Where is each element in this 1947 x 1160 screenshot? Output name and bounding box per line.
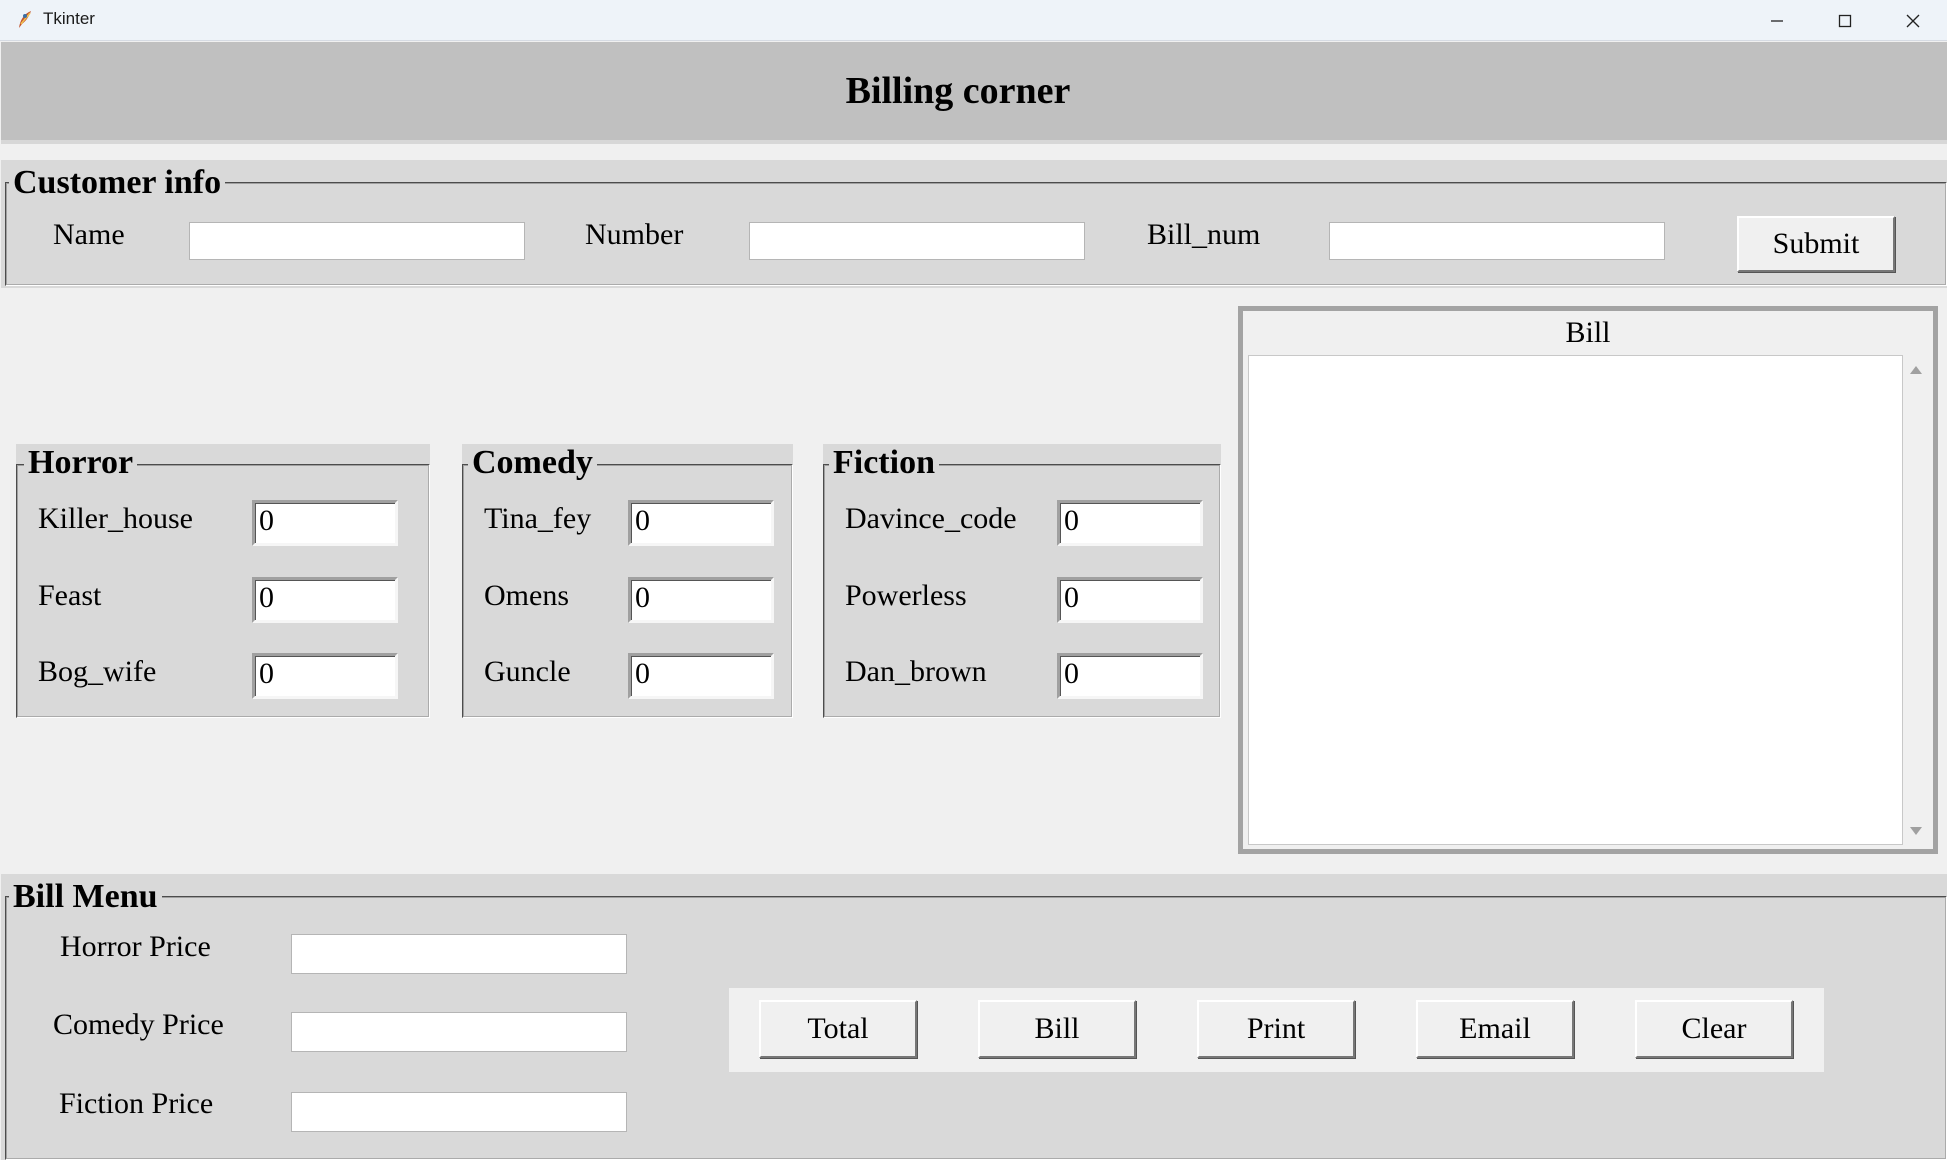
- close-button[interactable]: [1879, 0, 1947, 41]
- guncle-label: Guncle: [484, 655, 571, 688]
- powerless-input[interactable]: 0: [1057, 577, 1203, 623]
- bill-panel: Bill: [1238, 306, 1938, 854]
- scroll-up-arrow-icon[interactable]: [1910, 366, 1922, 374]
- comedy-price-input[interactable]: [291, 1012, 627, 1052]
- print-button[interactable]: Print: [1197, 1000, 1355, 1058]
- scroll-down-arrow-icon[interactable]: [1910, 827, 1922, 835]
- maximize-icon: [1838, 14, 1852, 27]
- action-button-bar: Total Bill Print Email Clear: [729, 988, 1824, 1072]
- comedy-legend: Comedy: [468, 444, 597, 482]
- name-label: Name: [53, 218, 125, 251]
- bog-wife-input[interactable]: 0: [252, 653, 398, 699]
- killer-house-label: Killer_house: [38, 502, 193, 535]
- customer-info-legend: Customer info: [9, 164, 226, 202]
- omens-label: Omens: [484, 579, 569, 612]
- number-label: Number: [585, 218, 684, 251]
- bog-wife-label: Bog_wife: [38, 655, 157, 688]
- submit-button[interactable]: Submit: [1737, 216, 1895, 272]
- number-input[interactable]: [749, 222, 1085, 260]
- bill-button[interactable]: Bill: [978, 1000, 1136, 1058]
- clear-button[interactable]: Clear: [1635, 1000, 1793, 1058]
- bill-menu-frame: Bill Menu Horror Price Comedy Price Fict…: [1, 874, 1947, 1160]
- comedy-price-label: Comedy Price: [53, 1008, 224, 1041]
- bill-num-label: Bill_num: [1147, 218, 1261, 251]
- maximize-button[interactable]: [1811, 0, 1879, 41]
- tina-fey-input[interactable]: 0: [628, 500, 774, 546]
- davince-code-input[interactable]: 0: [1057, 500, 1203, 546]
- fiction-price-input[interactable]: [291, 1092, 627, 1132]
- customer-info-frame: Customer info Name Number Bill_num Submi…: [1, 160, 1947, 288]
- tina-fey-label: Tina_fey: [484, 502, 592, 535]
- horror-price-input[interactable]: [291, 934, 627, 974]
- horror-frame: Horror Killer_house 0 Feast 0 Bog_wife 0: [16, 444, 430, 718]
- window-title: Tkinter: [43, 9, 95, 28]
- page-title: Billing corner: [845, 70, 1071, 112]
- window-body: Billing corner Customer info Name Number…: [1, 42, 1947, 1160]
- close-icon: [1906, 14, 1920, 27]
- fiction-legend: Fiction: [829, 444, 939, 482]
- feast-input[interactable]: 0: [252, 577, 398, 623]
- bill-menu-legend: Bill Menu: [9, 878, 162, 916]
- horror-price-label: Horror Price: [60, 930, 211, 963]
- heading-band: Billing corner: [1, 42, 1947, 144]
- bill-textarea[interactable]: [1248, 355, 1903, 845]
- dan-brown-label: Dan_brown: [845, 655, 987, 688]
- dan-brown-input[interactable]: 0: [1057, 653, 1203, 699]
- name-input[interactable]: [189, 222, 525, 260]
- title-bar: Tkinter: [0, 0, 1947, 41]
- omens-input[interactable]: 0: [628, 577, 774, 623]
- killer-house-input[interactable]: 0: [252, 500, 398, 546]
- bill-num-input[interactable]: [1329, 222, 1665, 260]
- powerless-label: Powerless: [845, 579, 967, 612]
- email-button[interactable]: Email: [1416, 1000, 1574, 1058]
- comedy-frame: Comedy Tina_fey 0 Omens 0 Guncle 0: [462, 444, 793, 718]
- horror-legend: Horror: [24, 444, 138, 482]
- fiction-price-label: Fiction Price: [59, 1087, 214, 1120]
- guncle-input[interactable]: 0: [628, 653, 774, 699]
- minimize-icon: [1771, 19, 1783, 22]
- davince-code-label: Davince_code: [845, 502, 1017, 535]
- minimize-button[interactable]: [1743, 0, 1811, 41]
- bill-panel-title: Bill: [1565, 316, 1611, 349]
- fiction-frame: Fiction Davince_code 0 Powerless 0 Dan_b…: [823, 444, 1221, 718]
- feast-label: Feast: [38, 579, 102, 612]
- total-button[interactable]: Total: [759, 1000, 917, 1058]
- feather-icon: [19, 11, 31, 28]
- bill-scrollbar[interactable]: [1903, 355, 1929, 845]
